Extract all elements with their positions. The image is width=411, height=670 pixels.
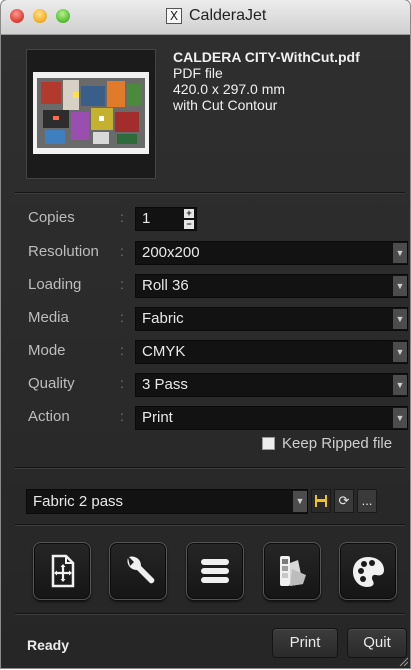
settings-button[interactable] bbox=[109, 542, 167, 600]
mode-label: Mode bbox=[28, 342, 66, 359]
divider bbox=[15, 613, 405, 614]
resolution-value: 200x200 bbox=[142, 244, 200, 261]
more-preset-button[interactable]: ... bbox=[357, 489, 377, 513]
loading-select[interactable]: Roll 36 ▼ bbox=[135, 274, 408, 298]
action-label: Action bbox=[28, 408, 70, 425]
list-icon bbox=[201, 559, 229, 583]
media-label: Media bbox=[28, 309, 69, 326]
file-name: CALDERA CITY-WithCut.pdf bbox=[173, 49, 360, 65]
decrement-icon[interactable]: − bbox=[184, 220, 194, 229]
resolution-label: Resolution bbox=[28, 243, 99, 260]
quality-value: 3 Pass bbox=[142, 376, 188, 393]
queue-button[interactable] bbox=[186, 542, 244, 600]
copies-value: 1 bbox=[142, 210, 151, 227]
separator: : bbox=[120, 276, 124, 292]
media-select[interactable]: Fabric ▼ bbox=[135, 307, 408, 331]
color-button[interactable] bbox=[339, 542, 397, 600]
close-window-button[interactable] bbox=[10, 9, 24, 23]
keep-ripped-label: Keep Ripped file bbox=[282, 435, 393, 452]
separator: : bbox=[120, 342, 124, 358]
swatch-icon bbox=[280, 556, 306, 586]
swatch-button[interactable] bbox=[263, 542, 321, 600]
quality-select[interactable]: 3 Pass ▼ bbox=[135, 373, 408, 397]
divider bbox=[15, 192, 405, 193]
thumbnail-image bbox=[33, 72, 149, 154]
dropdown-arrow-icon[interactable]: ▼ bbox=[393, 375, 407, 395]
mode-select[interactable]: CMYK ▼ bbox=[135, 340, 408, 364]
preset-select[interactable]: Fabric 2 pass ▼ bbox=[26, 489, 308, 514]
copies-input[interactable]: 1 + − bbox=[135, 207, 197, 231]
action-select[interactable]: Print ▼ bbox=[135, 406, 408, 430]
copies-stepper[interactable]: + − bbox=[184, 209, 194, 229]
file-note: with Cut Contour bbox=[173, 97, 278, 113]
dropdown-arrow-icon[interactable]: ▼ bbox=[393, 243, 407, 263]
dropdown-arrow-icon[interactable]: ▼ bbox=[393, 342, 407, 362]
divider bbox=[15, 524, 405, 525]
resolution-select[interactable]: 200x200 ▼ bbox=[135, 241, 408, 265]
app-window: X CalderaJet CALDERA CITY-WithCut.pdf PD… bbox=[1, 0, 410, 668]
preset-value: Fabric 2 pass bbox=[33, 493, 124, 510]
wrench-icon bbox=[127, 556, 155, 584]
more-label: ... bbox=[361, 493, 373, 508]
app-icon: X bbox=[166, 8, 182, 24]
window-title: CalderaJet bbox=[189, 7, 267, 24]
refresh-preset-button[interactable]: ⟳ bbox=[334, 489, 354, 513]
media-value: Fabric bbox=[142, 310, 184, 327]
loading-label: Loading bbox=[28, 276, 82, 293]
resize-grip-icon[interactable] bbox=[398, 656, 408, 666]
add-file-icon bbox=[51, 554, 75, 588]
keep-ripped-option[interactable]: Keep Ripped file bbox=[262, 435, 392, 452]
zoom-window-button[interactable] bbox=[56, 9, 70, 23]
keep-ripped-checkbox[interactable] bbox=[262, 437, 275, 450]
mode-value: CMYK bbox=[142, 343, 186, 360]
action-value: Print bbox=[142, 409, 173, 426]
print-button[interactable]: Print bbox=[272, 628, 338, 658]
title-bar: X CalderaJet bbox=[1, 0, 410, 35]
dropdown-arrow-icon[interactable]: ▼ bbox=[393, 276, 407, 296]
separator: : bbox=[120, 243, 124, 259]
file-type: PDF file bbox=[173, 65, 223, 81]
divider bbox=[15, 467, 405, 468]
add-file-button[interactable] bbox=[33, 542, 91, 600]
save-icon bbox=[315, 495, 327, 507]
file-size: 420.0 x 297.0 mm bbox=[173, 81, 286, 97]
palette-icon bbox=[353, 557, 384, 587]
copies-label: Copies bbox=[28, 209, 75, 226]
dropdown-arrow-icon[interactable]: ▼ bbox=[393, 309, 407, 329]
main-panel: CALDERA CITY-WithCut.pdf PDF file 420.0 … bbox=[1, 35, 410, 668]
quit-button[interactable]: Quit bbox=[347, 628, 407, 658]
separator: : bbox=[120, 375, 124, 391]
increment-icon[interactable]: + bbox=[184, 209, 194, 218]
quality-label: Quality bbox=[28, 375, 75, 392]
separator: : bbox=[120, 408, 124, 424]
loading-value: Roll 36 bbox=[142, 277, 189, 294]
save-preset-button[interactable] bbox=[311, 489, 331, 513]
dropdown-arrow-icon[interactable]: ▼ bbox=[393, 408, 407, 428]
file-thumbnail bbox=[26, 49, 156, 179]
dropdown-arrow-icon[interactable]: ▼ bbox=[293, 491, 307, 512]
minimize-window-button[interactable] bbox=[33, 9, 47, 23]
file-info: CALDERA CITY-WithCut.pdf PDF file 420.0 … bbox=[173, 49, 360, 113]
separator: : bbox=[120, 209, 124, 225]
status-text: Ready bbox=[27, 637, 70, 653]
refresh-icon: ⟳ bbox=[338, 493, 350, 508]
separator: : bbox=[120, 309, 124, 325]
